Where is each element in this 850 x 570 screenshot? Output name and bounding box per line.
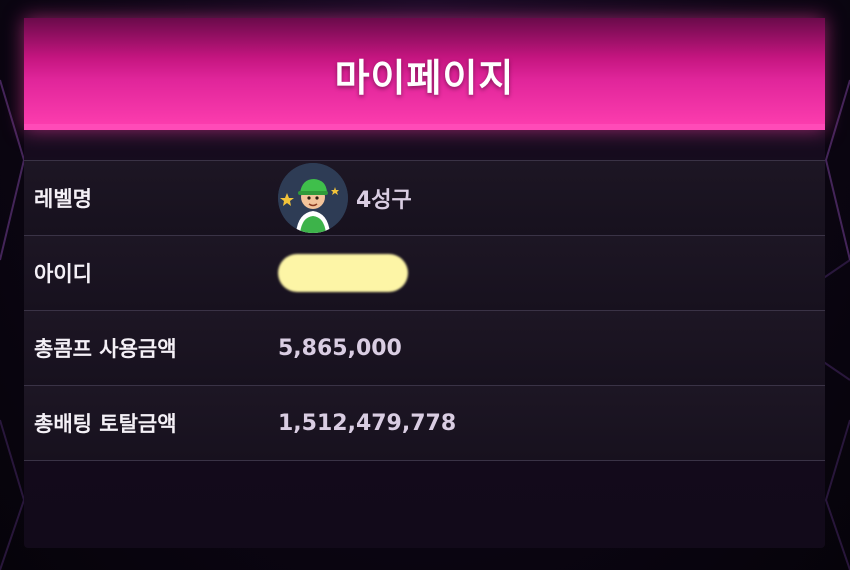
mypage-panel: 마이페이지 레벨명 4성구 아이디 총콤프 사용금액 5,865,000 총배팅… <box>24 18 825 548</box>
row-label: 총콤프 사용금액 <box>34 337 177 361</box>
row-label: 레벨명 <box>34 187 92 211</box>
level-name-text: 4성구 <box>356 188 412 213</box>
row-user-id: 아이디 <box>24 235 825 310</box>
user-id-value <box>278 254 408 292</box>
betting-total-value: 1,512,479,778 <box>278 410 457 436</box>
page-header: 마이페이지 <box>24 18 825 130</box>
row-label: 아이디 <box>34 262 92 286</box>
comp-used-value: 5,865,000 <box>278 335 402 361</box>
row-betting-total: 총배팅 토탈금액 1,512,479,778 <box>24 385 825 461</box>
row-comp-used: 총콤프 사용금액 5,865,000 <box>24 310 825 385</box>
redaction-mark <box>278 254 408 292</box>
row-label: 총배팅 토탈금액 <box>34 412 177 436</box>
level-value: 4성구 <box>278 163 412 233</box>
page-title: 마이페이지 <box>334 55 515 100</box>
level-avatar-icon <box>278 163 348 233</box>
row-level-name: 레벨명 4성구 <box>24 160 825 235</box>
info-table: 레벨명 4성구 아이디 총콤프 사용금액 5,865,000 총배팅 토탈금액 … <box>24 160 825 461</box>
